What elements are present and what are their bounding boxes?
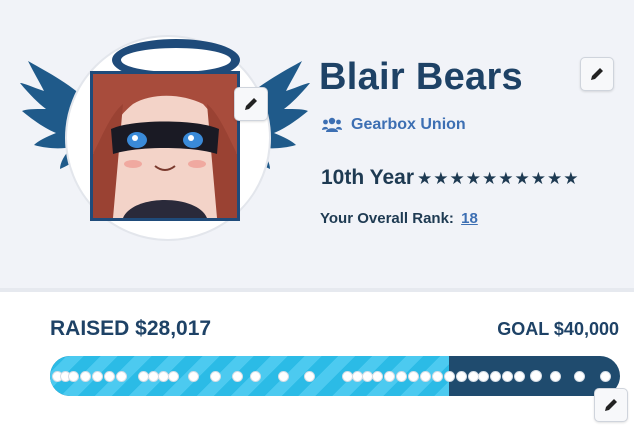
team-link[interactable]: Gearbox Union [322,116,466,134]
star-icon: ★ [417,168,433,188]
progress-dot [514,371,525,382]
star-icon: ★ [482,168,498,188]
pencil-icon [605,399,617,411]
progress-dot [304,371,315,382]
progress-dot [250,371,261,382]
progress-dot [278,371,289,382]
progress-dot [600,371,611,382]
team-name[interactable]: Gearbox Union [351,116,466,134]
star-icon: ★ [514,168,530,188]
star-icon: ★ [530,168,547,188]
progress-dot [408,371,419,382]
progress-dot [432,371,443,382]
overall-rank: Your Overall Rank: 18 [320,210,478,227]
section-divider [0,288,634,292]
progress-dot [490,371,501,382]
raised-amount: RAISED $28,017 [50,317,212,340]
progress-dot [456,371,467,382]
star-icon: ★ [498,168,514,188]
edit-profile-button[interactable] [580,57,614,91]
avatar-illustration [93,74,237,218]
star-icon: ★ [433,168,449,188]
page-title: Blair Bears [319,56,523,98]
pencil-icon [591,68,603,80]
rank-label: Your Overall Rank: [320,210,454,227]
progress-dot [478,371,489,382]
goal-amount: GOAL $40,000 [497,319,619,339]
star-icon: ★ [465,168,482,188]
users-icon [322,117,342,132]
progress-dot [502,371,513,382]
star-icon: ★ [563,168,579,188]
edit-avatar-button[interactable] [234,87,268,121]
avatar [90,71,240,221]
progress-dot [92,371,103,382]
pencil-icon [245,98,257,110]
star-icon: ★ [449,168,465,188]
progress-dot [372,371,383,382]
edit-goal-button[interactable] [594,388,628,422]
progress-dot [384,371,395,382]
rank-link[interactable]: 18 [461,210,478,227]
progress-dot [68,371,79,382]
star-icon: ★ [547,168,563,188]
progress-dot [104,371,115,382]
progress-dot [444,371,455,382]
progress-dot [550,371,561,382]
progress-dot [168,371,179,382]
progress-dot [396,371,407,382]
year-row: 10th Year ★ ★ ★ ★ ★ ★ ★ ★ ★ ★ [321,166,579,190]
progress-dot [116,371,127,382]
progress-dot [574,371,585,382]
year-label: 10th Year [321,166,415,189]
avatar-frame [20,25,310,265]
progress-bar [50,356,620,396]
progress-dot [530,370,542,382]
progress-dot [210,371,221,382]
progress-dot [232,371,243,382]
progress-dot [420,371,431,382]
progress-dot [80,371,91,382]
star-rating: ★ ★ ★ ★ ★ ★ ★ ★ ★ ★ [417,170,579,187]
progress-dot [188,371,199,382]
